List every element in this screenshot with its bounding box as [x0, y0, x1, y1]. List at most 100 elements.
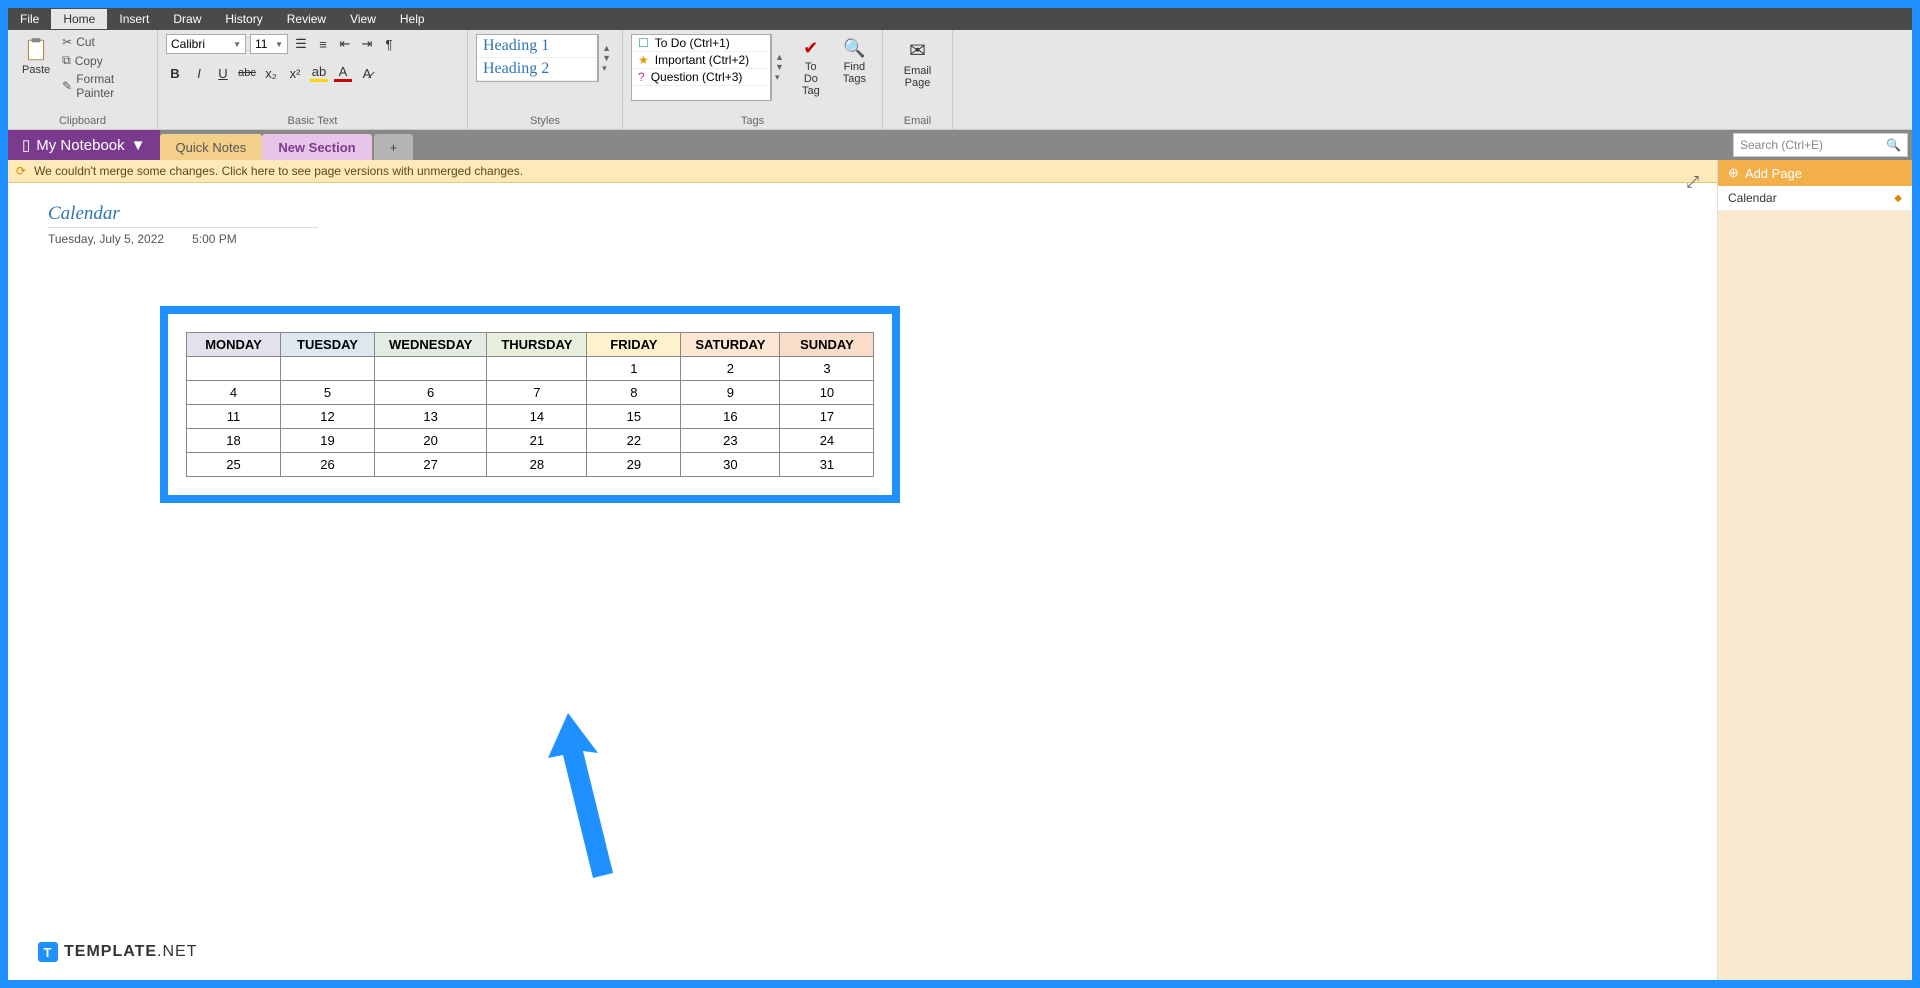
calendar-cell[interactable]: 6: [375, 381, 487, 405]
highlight-icon[interactable]: ab: [310, 64, 328, 82]
bold-icon[interactable]: B: [166, 64, 184, 82]
menubar: File Home Insert Draw History Review Vie…: [8, 8, 1912, 30]
calendar-cell[interactable]: 23: [681, 429, 780, 453]
clear-format-icon[interactable]: A̷: [358, 64, 376, 82]
tags-more-icon[interactable]: ▾: [772, 72, 787, 83]
calendar-cell[interactable]: [187, 357, 281, 381]
menu-history[interactable]: History: [213, 9, 274, 29]
calendar-cell[interactable]: 2: [681, 357, 780, 381]
tab-new-section[interactable]: New Section: [262, 134, 371, 160]
col-saturday: SATURDAY: [681, 333, 780, 357]
tab-add-section[interactable]: +: [374, 134, 414, 160]
bullets-icon[interactable]: ☰: [292, 35, 310, 53]
menu-insert[interactable]: Insert: [107, 9, 161, 29]
style-heading-2[interactable]: Heading 2: [477, 58, 597, 81]
calendar-cell[interactable]: 20: [375, 429, 487, 453]
underline-icon[interactable]: U: [214, 64, 232, 82]
outdent-icon[interactable]: ⇤: [336, 35, 354, 53]
email-page-button[interactable]: ✉ Email Page: [891, 34, 944, 93]
plus-circle-icon: ⊕: [1728, 165, 1739, 181]
page-title-input[interactable]: [48, 201, 318, 228]
tag-todo[interactable]: ☐To Do (Ctrl+1): [632, 35, 770, 52]
menu-view[interactable]: View: [338, 9, 388, 29]
font-name-select[interactable]: Calibri▼: [166, 34, 246, 54]
todo-tag-button[interactable]: ✔ To Do Tag: [793, 34, 829, 101]
calendar-cell[interactable]: 1: [587, 357, 681, 381]
style-heading-1[interactable]: Heading 1: [477, 35, 597, 58]
numbering-icon[interactable]: ≡: [314, 35, 332, 53]
calendar-cell[interactable]: 9: [681, 381, 780, 405]
font-color-icon[interactable]: A: [334, 64, 352, 82]
calendar-cell[interactable]: 25: [187, 453, 281, 477]
star-icon: ★: [638, 53, 649, 67]
tag-important[interactable]: ★Important (Ctrl+2): [632, 52, 770, 69]
cut-button[interactable]: ✂Cut: [60, 34, 149, 50]
calendar-cell[interactable]: 21: [487, 429, 587, 453]
calendar-cell[interactable]: 5: [281, 381, 375, 405]
calendar-cell[interactable]: [281, 357, 375, 381]
find-tags-button[interactable]: 🔍 Find Tags: [835, 34, 874, 101]
email-group-label: Email: [891, 113, 944, 127]
calendar-cell[interactable]: 29: [587, 453, 681, 477]
calendar-cell[interactable]: 16: [681, 405, 780, 429]
calendar-table[interactable]: MONDAY TUESDAY WEDNESDAY THURSDAY FRIDAY…: [186, 332, 874, 477]
calendar-cell[interactable]: 28: [487, 453, 587, 477]
menu-review[interactable]: Review: [275, 9, 338, 29]
copy-button[interactable]: ⧉Copy: [60, 52, 149, 69]
search-icon: 🔍: [1886, 138, 1901, 152]
calendar-cell[interactable]: 15: [587, 405, 681, 429]
indent-icon[interactable]: ⇥: [358, 35, 376, 53]
calendar-cell[interactable]: 14: [487, 405, 587, 429]
format-painter-button[interactable]: ✎Format Painter: [60, 71, 149, 101]
styles-up-icon[interactable]: ▲: [599, 43, 614, 53]
superscript-icon[interactable]: x²: [286, 64, 304, 82]
strike-icon[interactable]: abc: [238, 64, 256, 82]
merge-info-bar[interactable]: ⟳ We couldn't merge some changes. Click …: [8, 160, 1717, 183]
styles-down-icon[interactable]: ▼: [599, 53, 614, 63]
tags-down-icon[interactable]: ▼: [772, 62, 787, 72]
calendar-cell[interactable]: 24: [780, 429, 874, 453]
calendar-cell[interactable]: 31: [780, 453, 874, 477]
calendar-cell[interactable]: 13: [375, 405, 487, 429]
font-size-select[interactable]: 11▼: [250, 34, 288, 54]
tab-quick-notes[interactable]: Quick Notes: [160, 134, 263, 160]
tags-gallery[interactable]: ☐To Do (Ctrl+1) ★Important (Ctrl+2) ?Que…: [631, 34, 771, 101]
page-list-item[interactable]: Calendar ◆: [1718, 186, 1912, 211]
paragraph-icon[interactable]: ¶: [380, 35, 398, 53]
page-canvas[interactable]: ⟳ We couldn't merge some changes. Click …: [8, 160, 1717, 980]
tag-question[interactable]: ?Question (Ctrl+3): [632, 69, 770, 86]
calendar-cell[interactable]: [375, 357, 487, 381]
add-page-button[interactable]: ⊕ Add Page: [1718, 160, 1912, 186]
calendar-cell[interactable]: 22: [587, 429, 681, 453]
calendar-cell[interactable]: 27: [375, 453, 487, 477]
calendar-cell[interactable]: 19: [281, 429, 375, 453]
styles-more-icon[interactable]: ▾: [599, 63, 614, 74]
calendar-cell[interactable]: 4: [187, 381, 281, 405]
italic-icon[interactable]: I: [190, 64, 208, 82]
calendar-cell[interactable]: 12: [281, 405, 375, 429]
notebook-dropdown[interactable]: ▯ My Notebook ▼: [8, 130, 160, 160]
styles-gallery[interactable]: Heading 1 Heading 2: [476, 34, 598, 82]
font-name-value: Calibri: [171, 37, 205, 51]
tags-up-icon[interactable]: ▲: [772, 52, 787, 62]
add-page-label: Add Page: [1745, 166, 1802, 181]
menu-draw[interactable]: Draw: [161, 9, 213, 29]
calendar-cell[interactable]: 8: [587, 381, 681, 405]
menu-home[interactable]: Home: [51, 9, 107, 29]
calendar-cell[interactable]: 7: [487, 381, 587, 405]
calendar-cell[interactable]: [487, 357, 587, 381]
calendar-cell[interactable]: 3: [780, 357, 874, 381]
menu-file[interactable]: File: [8, 9, 51, 29]
calendar-cell[interactable]: 11: [187, 405, 281, 429]
calendar-cell[interactable]: 26: [281, 453, 375, 477]
calendar-cell[interactable]: 10: [780, 381, 874, 405]
subscript-icon[interactable]: x₂: [262, 64, 280, 82]
calendar-row: 123: [187, 357, 874, 381]
calendar-cell[interactable]: 30: [681, 453, 780, 477]
copy-label: Copy: [75, 54, 103, 68]
menu-help[interactable]: Help: [388, 9, 437, 29]
search-input[interactable]: Search (Ctrl+E) 🔍: [1733, 133, 1908, 157]
calendar-cell[interactable]: 18: [187, 429, 281, 453]
calendar-cell[interactable]: 17: [780, 405, 874, 429]
paste-button[interactable]: Paste: [16, 34, 56, 101]
